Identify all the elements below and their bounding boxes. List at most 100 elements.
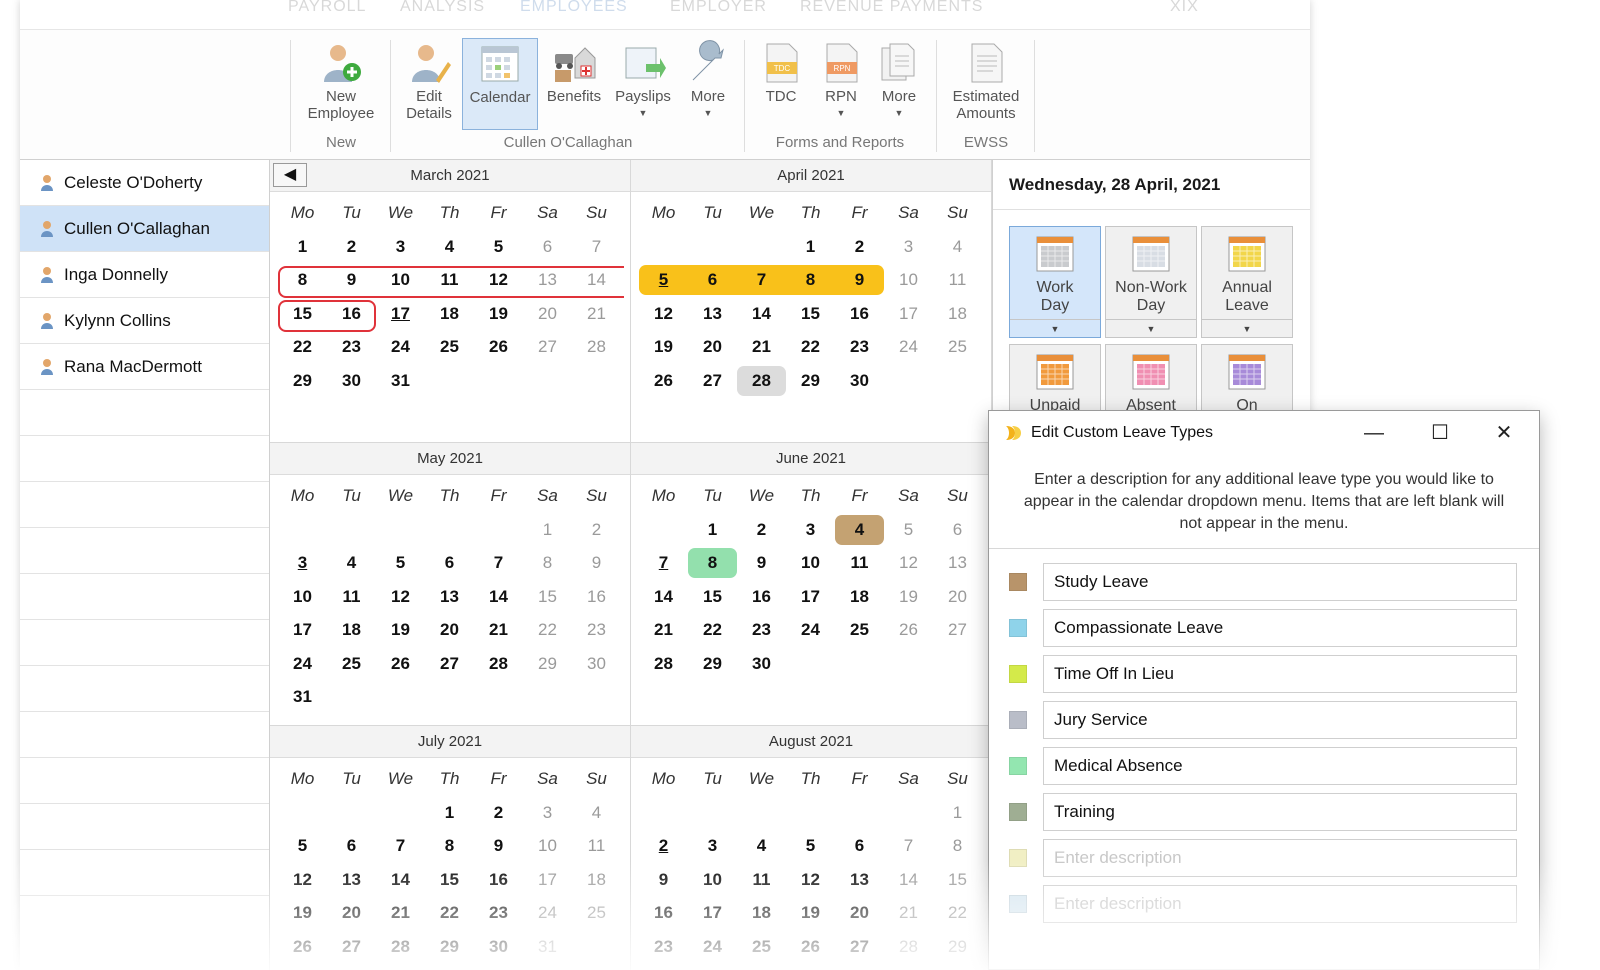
day-cell[interactable]: 17 <box>786 582 835 612</box>
day-cell[interactable]: 13 <box>933 548 982 578</box>
day-cell[interactable]: 28 <box>474 649 523 679</box>
leave-description-input[interactable]: Medical Absence <box>1043 747 1517 785</box>
day-cell[interactable]: 11 <box>572 831 621 861</box>
nav-analysis[interactable]: ANALYSIS <box>400 0 485 16</box>
day-cell[interactable]: 1 <box>933 798 982 828</box>
estimated-amounts-button[interactable]: Estimated Amounts <box>944 38 1028 130</box>
day-cell[interactable]: 27 <box>688 366 737 396</box>
day-cell[interactable]: 22 <box>523 615 572 645</box>
day-cell[interactable]: 3 <box>523 798 572 828</box>
rpn-button[interactable]: RPN RPN ▼ <box>816 38 866 130</box>
day-cell[interactable]: 3 <box>278 548 327 578</box>
day-cell[interactable]: 13 <box>425 582 474 612</box>
day-cell[interactable]: 1 <box>786 232 835 262</box>
day-cell[interactable]: 16 <box>737 582 786 612</box>
day-cell[interactable]: 21 <box>737 332 786 362</box>
day-cell-annual-leave[interactable]: 9 <box>835 265 884 296</box>
day-cell[interactable]: 2 <box>835 232 884 262</box>
day-cell[interactable]: 17 <box>278 615 327 645</box>
leave-description-input[interactable]: Study Leave <box>1043 563 1517 601</box>
leave-color-swatch[interactable] <box>1009 665 1027 683</box>
leave-description-input[interactable]: Compassionate Leave <box>1043 609 1517 647</box>
day-cell[interactable]: 29 <box>425 932 474 962</box>
day-cell[interactable]: 24 <box>278 649 327 679</box>
day-cell[interactable]: 21 <box>572 299 621 329</box>
day-cell[interactable]: 7 <box>639 548 688 578</box>
day-cell[interactable]: 20 <box>835 898 884 928</box>
day-cell-annual-leave[interactable]: 8 <box>786 265 835 296</box>
previous-month-button[interactable]: ◀ <box>273 163 307 187</box>
day-cell[interactable]: 5 <box>278 831 327 861</box>
work-day-button[interactable]: Work Day ▼ <box>1009 226 1101 338</box>
day-cell[interactable]: 15 <box>523 582 572 612</box>
day-cell[interactable]: 21 <box>474 615 523 645</box>
day-cell[interactable]: 13 <box>327 865 376 895</box>
day-cell[interactable]: 18 <box>327 615 376 645</box>
day-cell[interactable]: 27 <box>933 615 982 645</box>
annual-leave-button[interactable]: Annual Leave ▼ <box>1201 226 1293 338</box>
more-button[interactable]: More ▼ <box>682 38 734 130</box>
day-cell[interactable]: 12 <box>278 865 327 895</box>
leave-color-swatch[interactable] <box>1009 711 1027 729</box>
minimize-button[interactable]: — <box>1359 419 1389 447</box>
day-cell[interactable]: 18 <box>933 299 982 329</box>
day-cell[interactable]: 19 <box>278 898 327 928</box>
nav-employer[interactable]: EMPLOYER <box>670 0 767 16</box>
day-cell[interactable]: 24 <box>884 332 933 362</box>
day-cell[interactable]: 8 <box>933 831 982 861</box>
day-cell[interactable]: 6 <box>327 831 376 861</box>
day-cell[interactable]: 10 <box>278 582 327 612</box>
close-button[interactable]: ✕ <box>1489 419 1519 447</box>
day-cell[interactable]: 13 <box>688 299 737 329</box>
day-cell[interactable]: 9 <box>639 865 688 895</box>
leave-color-swatch[interactable] <box>1009 803 1027 821</box>
day-cell[interactable]: 17 <box>884 299 933 329</box>
payslips-button[interactable]: Payslips ▼ <box>610 38 676 130</box>
day-cell[interactable]: 3 <box>786 515 835 545</box>
day-cell[interactable]: 7 <box>572 232 621 262</box>
day-cell[interactable]: 23 <box>474 898 523 928</box>
day-cell[interactable]: 29 <box>278 366 327 396</box>
day-cell[interactable]: 14 <box>639 582 688 612</box>
day-cell[interactable]: 25 <box>737 932 786 962</box>
day-cell[interactable]: 4 <box>425 232 474 262</box>
day-cell[interactable]: 6 <box>933 515 982 545</box>
leave-color-swatch[interactable] <box>1009 619 1027 637</box>
day-cell[interactable]: 21 <box>376 898 425 928</box>
day-cell[interactable]: 29 <box>688 649 737 679</box>
day-cell[interactable]: 28 <box>639 649 688 679</box>
leave-description-input[interactable]: Training <box>1043 793 1517 831</box>
day-cell[interactable]: 29 <box>786 366 835 396</box>
day-cell[interactable]: 11 <box>737 865 786 895</box>
day-cell[interactable]: 18 <box>835 582 884 612</box>
day-cell[interactable]: 22 <box>688 615 737 645</box>
day-cell[interactable]: 2 <box>737 515 786 545</box>
day-cell[interactable]: 26 <box>639 366 688 396</box>
day-cell[interactable]: 16 <box>474 865 523 895</box>
day-cell[interactable]: 3 <box>376 232 425 262</box>
day-cell[interactable]: 1 <box>688 515 737 545</box>
day-cell[interactable]: 19 <box>639 332 688 362</box>
day-cell[interactable]: 11 <box>835 548 884 578</box>
day-cell[interactable]: 15 <box>786 299 835 329</box>
day-cell[interactable]: 30 <box>737 649 786 679</box>
day-cell[interactable]: 16 <box>639 898 688 928</box>
leave-description-input-empty[interactable]: Enter description <box>1043 839 1517 877</box>
day-cell[interactable]: 18 <box>572 865 621 895</box>
day-cell[interactable]: 9 <box>737 548 786 578</box>
day-cell[interactable]: 22 <box>425 898 474 928</box>
day-cell[interactable]: 20 <box>933 582 982 612</box>
day-cell[interactable]: 15 <box>933 865 982 895</box>
day-cell[interactable]: 4 <box>933 232 982 262</box>
day-cell[interactable]: 23 <box>835 332 884 362</box>
tdc-button[interactable]: TDC TDC <box>756 38 806 130</box>
day-cell-annual-leave[interactable]: 7 <box>737 265 786 296</box>
day-cell[interactable]: 5 <box>884 515 933 545</box>
day-cell[interactable]: 23 <box>572 615 621 645</box>
day-cell[interactable]: 20 <box>425 615 474 645</box>
maximize-button[interactable]: ☐ <box>1425 419 1455 447</box>
day-cell[interactable]: 19 <box>786 898 835 928</box>
day-cell[interactable]: 22 <box>933 898 982 928</box>
day-cell[interactable]: 2 <box>639 831 688 861</box>
day-cell[interactable]: 19 <box>884 582 933 612</box>
